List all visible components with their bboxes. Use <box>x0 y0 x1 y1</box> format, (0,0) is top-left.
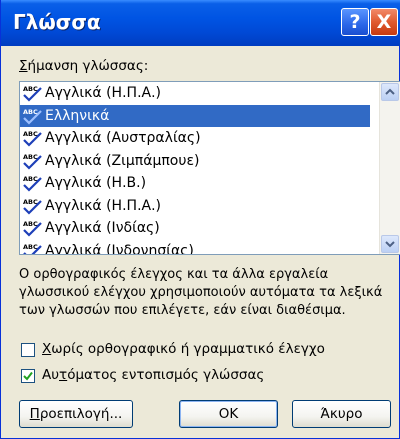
language-label: Αγγλικά (Η.Β.) <box>45 175 147 191</box>
language-list-item[interactable]: ABC Ελληνικά <box>20 104 370 127</box>
no-proofing-checkbox[interactable] <box>21 343 35 357</box>
language-listbox[interactable]: ABC Αγγλικά (Η.Π.Α.) ABC Ελληνικά ABC Αγγλικά… <box>19 81 400 255</box>
scroll-up-button[interactable] <box>381 83 399 101</box>
language-list-item[interactable]: ABC Αγγλικά (Αυστραλίας) <box>20 127 370 150</box>
ok-button[interactable]: OK <box>179 400 278 428</box>
set-default-button[interactable]: Προεπιλογή... <box>19 400 133 428</box>
language-list-item[interactable]: ABC Αγγλικά (Η.Β.) <box>20 172 370 195</box>
language-list-item[interactable]: ABC Αγγλικά (Ινδίας) <box>20 217 370 240</box>
auto-detect-checkbox[interactable] <box>21 369 35 383</box>
language-dialog: Γλώσσα ? X Σήμανση γλώσσας: ABC Αγγλικά (… <box>0 0 400 439</box>
spell-check-icon: ABC <box>23 108 42 125</box>
language-list-item[interactable]: ABC Αγγλικά (Η.Π.Α.) <box>20 195 370 218</box>
language-list-item[interactable]: ABC Αγγλικά (Ινδονησίας) <box>20 240 370 255</box>
spell-check-icon: ABC <box>23 220 42 237</box>
no-proofing-label[interactable]: Χωρίς ορθογραφικό ή γραμματικό έλεγχο <box>42 341 325 357</box>
chevron-down-icon <box>385 241 395 248</box>
scroll-down-button[interactable] <box>381 235 399 253</box>
language-list-label: Σήμανση γλώσσας: <box>19 58 149 74</box>
language-label: Αγγλικά (Αυστραλίας) <box>45 130 201 146</box>
language-list-item[interactable]: ABC Αγγλικά (Ζιμπάμπουε) <box>20 150 370 173</box>
dialog-title: Γλώσσα <box>13 10 101 34</box>
spell-check-icon: ABC <box>23 153 42 170</box>
spell-check-icon: ABC <box>23 198 42 215</box>
title-bar[interactable]: Γλώσσα ? X <box>1 0 400 46</box>
language-label: Αγγλικά (Η.Π.Α.) <box>45 85 162 101</box>
auto-detect-label[interactable]: Αυτόματος εντοπισμός γλώσσας <box>42 367 264 383</box>
language-label: Ελληνικά <box>45 107 110 124</box>
spell-check-icon: ABC <box>23 243 42 254</box>
help-button[interactable]: ? <box>341 8 369 36</box>
language-list: ABC Αγγλικά (Η.Π.Α.) ABC Ελληνικά ABC Αγγλικά… <box>20 82 370 255</box>
chevron-up-icon <box>385 88 395 95</box>
proofing-description: Ο ορθογραφικός έλεγχος και τα άλλα εργαλ… <box>19 267 383 318</box>
language-label: Αγγλικά (Ινδίας) <box>45 220 160 236</box>
spell-check-icon: ABC <box>23 175 42 192</box>
close-button[interactable]: X <box>370 8 398 36</box>
spell-check-icon: ABC <box>23 130 42 147</box>
spell-check-icon: ABC <box>23 85 42 102</box>
language-list-item[interactable]: ABC Αγγλικά (Η.Π.Α.) <box>20 82 370 105</box>
vertical-scrollbar[interactable] <box>379 82 400 254</box>
cancel-button[interactable]: Άκυρο <box>292 400 391 428</box>
checkmark-icon <box>23 371 33 381</box>
language-label: Αγγλικά (Ινδονησίας) <box>45 242 194 255</box>
language-label: Αγγλικά (Ζιμπάμπουε) <box>45 152 200 169</box>
language-label: Αγγλικά (Η.Π.Α.) <box>45 197 162 214</box>
